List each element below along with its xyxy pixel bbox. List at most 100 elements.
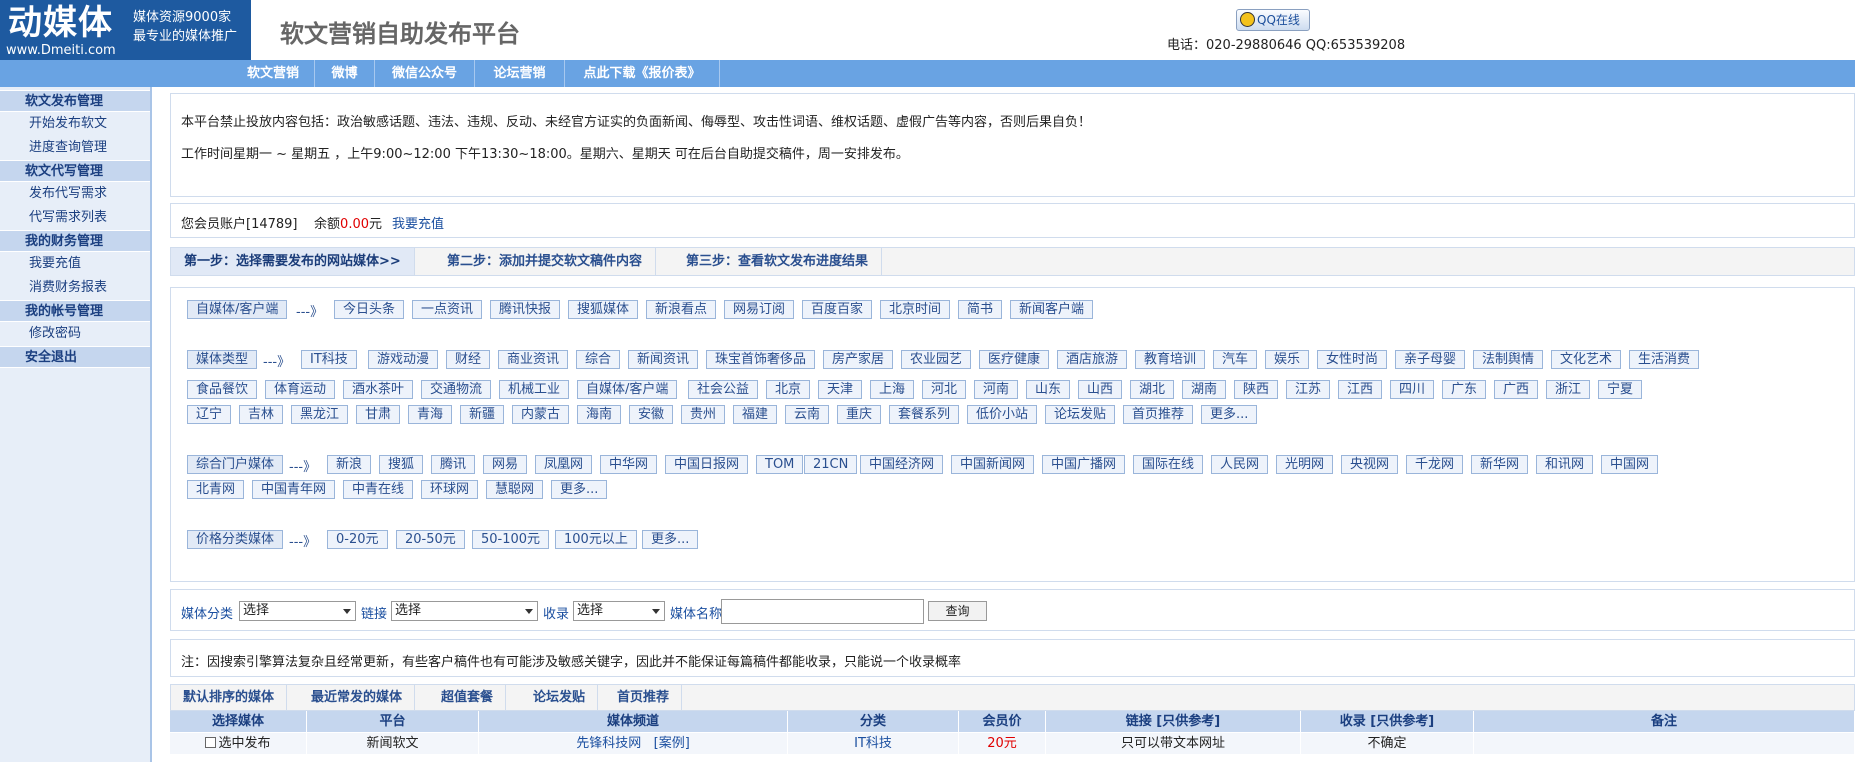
media-tag[interactable]: 新疆: [460, 405, 505, 424]
media-tag[interactable]: 天津: [818, 380, 863, 399]
media-tag[interactable]: 农业园艺: [901, 350, 972, 369]
media-tag[interactable]: 搜狐媒体: [568, 300, 639, 319]
media-tag[interactable]: 社会公益: [688, 380, 759, 399]
media-tag[interactable]: 福建: [733, 405, 778, 424]
media-tag[interactable]: 江苏: [1286, 380, 1331, 399]
sidebar-group-account[interactable]: 我的帐号管理: [0, 300, 150, 322]
media-tag[interactable]: 陕西: [1234, 380, 1279, 399]
media-tag[interactable]: 商业资讯: [498, 350, 569, 369]
media-tag[interactable]: 安徽: [629, 405, 674, 424]
media-tag[interactable]: 四川: [1390, 380, 1435, 399]
media-tag[interactable]: 新浪: [327, 455, 372, 474]
media-tag[interactable]: 简书: [958, 300, 1003, 319]
sidebar-item-finance-report[interactable]: 消费财务报表: [0, 276, 150, 300]
media-group-head[interactable]: 综合门户媒体: [187, 455, 284, 474]
topnav-item-softarticle[interactable]: 软文营销: [232, 60, 315, 87]
media-tag[interactable]: 文化艺术: [1551, 350, 1622, 369]
media-tag[interactable]: 和讯网: [1536, 455, 1594, 474]
media-tag[interactable]: 国际在线: [1133, 455, 1204, 474]
media-tag[interactable]: 交通物流: [421, 380, 492, 399]
media-tag[interactable]: 中国新闻网: [951, 455, 1035, 474]
sidebar-item-logout[interactable]: 安全退出: [0, 346, 150, 368]
media-tag[interactable]: 100元以上: [555, 530, 637, 549]
index-select[interactable]: 选择: [573, 601, 665, 621]
media-group-head[interactable]: 媒体类型: [187, 350, 258, 369]
media-tag[interactable]: 今日头条: [334, 300, 405, 319]
media-tag[interactable]: 中国网: [1601, 455, 1659, 474]
sidebar-item-post-writing[interactable]: 发布代写需求: [0, 182, 150, 206]
tab-recent[interactable]: 最近常发的媒体: [299, 685, 416, 710]
media-tag[interactable]: 一点资讯: [412, 300, 483, 319]
media-tag[interactable]: 生活消费: [1629, 350, 1700, 369]
recharge-link[interactable]: 我要充值: [392, 217, 444, 232]
media-tag[interactable]: 综合: [576, 350, 621, 369]
media-tag[interactable]: 论坛发贴: [1045, 405, 1116, 424]
media-tag[interactable]: 广西: [1494, 380, 1539, 399]
media-tag[interactable]: 房产家居: [823, 350, 894, 369]
sidebar-item-writing-list[interactable]: 代写需求列表: [0, 206, 150, 230]
media-tag[interactable]: TOM: [756, 455, 804, 474]
media-tag[interactable]: 山西: [1078, 380, 1123, 399]
media-tag[interactable]: 贵州: [681, 405, 726, 424]
sidebar-group-article[interactable]: 软文发布管理: [0, 90, 150, 112]
channel-link[interactable]: 先锋科技网: [576, 736, 641, 751]
media-tag[interactable]: 教育培训: [1135, 350, 1206, 369]
media-tag[interactable]: 法制舆情: [1473, 350, 1544, 369]
topnav-item-weibo[interactable]: 微博: [315, 60, 375, 87]
media-tag[interactable]: 腾讯: [431, 455, 476, 474]
cell-select[interactable]: 选中发布: [170, 733, 307, 754]
media-tag[interactable]: 河北: [922, 380, 967, 399]
media-tag[interactable]: 20-50元: [396, 530, 465, 549]
media-tag[interactable]: 广东: [1442, 380, 1487, 399]
media-tag[interactable]: 中国经济网: [860, 455, 944, 474]
media-tag[interactable]: 医疗健康: [979, 350, 1050, 369]
media-tag[interactable]: 浙江: [1546, 380, 1591, 399]
topnav-item-pricelist[interactable]: 点此下载《报价表》: [565, 60, 720, 87]
media-tag[interactable]: 酒水茶叶: [343, 380, 414, 399]
media-tag[interactable]: 新华网: [1471, 455, 1529, 474]
tab-default-order[interactable]: 默认排序的媒体: [171, 685, 288, 710]
media-tag[interactable]: 机械工业: [499, 380, 570, 399]
tab-packages[interactable]: 超值套餐: [429, 685, 507, 710]
media-tag[interactable]: 中青在线: [343, 480, 414, 499]
media-group-head[interactable]: 价格分类媒体: [187, 530, 284, 549]
media-tag[interactable]: 套餐系列: [889, 405, 960, 424]
media-tag[interactable]: 娱乐: [1265, 350, 1310, 369]
media-tag[interactable]: 央视网: [1341, 455, 1399, 474]
topnav-item-wechat[interactable]: 微信公众号: [375, 60, 475, 87]
media-tag[interactable]: 北京时间: [880, 300, 951, 319]
search-button[interactable]: 查询: [928, 601, 987, 621]
media-tag[interactable]: 湖南: [1182, 380, 1227, 399]
topnav-item-forum[interactable]: 论坛营销: [475, 60, 565, 87]
media-tag[interactable]: 吉林: [239, 405, 284, 424]
media-tag[interactable]: 江西: [1338, 380, 1383, 399]
media-tag[interactable]: 光明网: [1276, 455, 1334, 474]
media-tag[interactable]: 百度百家: [802, 300, 873, 319]
media-tag[interactable]: 中国青年网: [252, 480, 336, 499]
sidebar-item-change-password[interactable]: 修改密码: [0, 322, 150, 346]
media-tag[interactable]: 环球网: [421, 480, 479, 499]
media-tag[interactable]: 游戏动漫: [368, 350, 439, 369]
media-tag[interactable]: IT科技: [301, 350, 357, 369]
tab-forum-post[interactable]: 论坛发贴: [521, 685, 599, 710]
media-tag[interactable]: 21CN: [804, 455, 858, 474]
media-tag[interactable]: 山东: [1026, 380, 1071, 399]
media-tag[interactable]: 食品餐饮: [187, 380, 258, 399]
media-tag[interactable]: 内蒙古: [512, 405, 570, 424]
media-tag[interactable]: 黑龙江: [291, 405, 349, 424]
media-tag[interactable]: 50-100元: [472, 530, 550, 549]
select-checkbox[interactable]: [205, 737, 217, 748]
media-tag[interactable]: 千龙网: [1406, 455, 1464, 474]
media-tag[interactable]: 亲子母婴: [1395, 350, 1466, 369]
media-tag[interactable]: 体育运动: [265, 380, 336, 399]
media-tag[interactable]: 新闻资讯: [628, 350, 699, 369]
media-tag[interactable]: 上海: [870, 380, 915, 399]
media-tag[interactable]: 中华网: [600, 455, 658, 474]
media-tag[interactable]: 财经: [446, 350, 491, 369]
media-tag[interactable]: 低价小站: [967, 405, 1038, 424]
sidebar-item-start-publish[interactable]: 开始发布软文: [0, 112, 150, 136]
media-tag[interactable]: 青海: [408, 405, 453, 424]
media-tag[interactable]: 人民网: [1211, 455, 1269, 474]
media-tag[interactable]: 北青网: [187, 480, 245, 499]
case-link[interactable]: [案例]: [654, 736, 690, 751]
